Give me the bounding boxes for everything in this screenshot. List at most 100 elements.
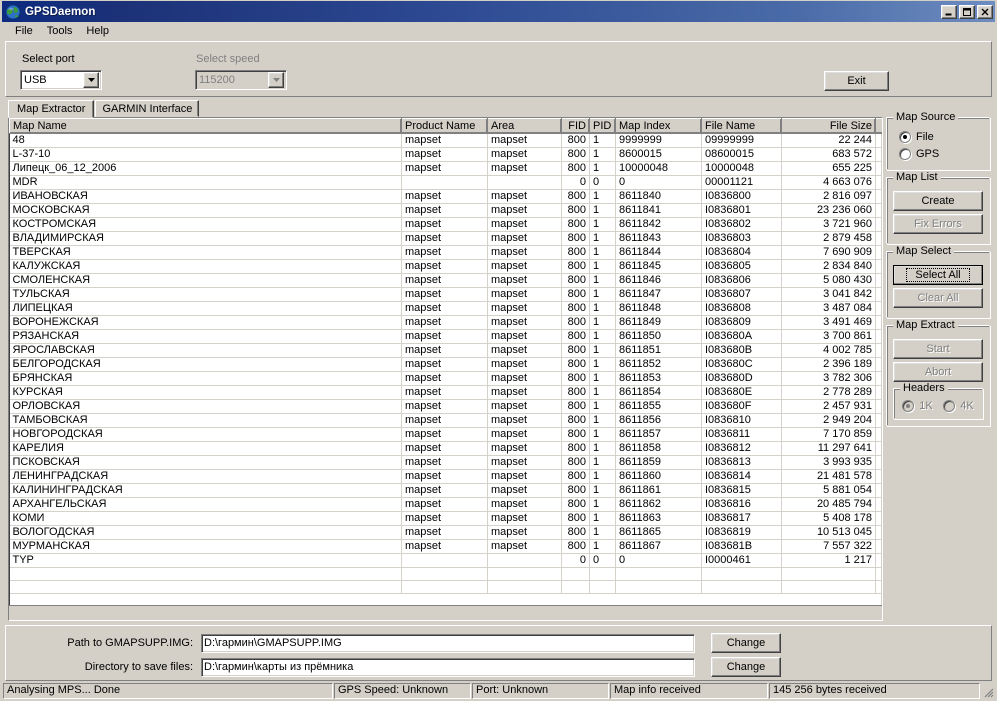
gmapsupp-input[interactable]: D:\гармин\GMAPSUPP.IMG [201,634,695,653]
status-bar: Analysing MPS... Done GPS Speed: Unknown… [2,683,995,699]
table-row[interactable]: КОСТРОМСКАЯmapsetmapset80018611842I08368… [10,218,884,232]
table-row[interactable]: КАРЕЛИЯmapsetmapset80018611858I083681211… [10,442,884,456]
table-row[interactable]: КАЛИНИНГРАДСКАЯmapsetmapset80018611861I0… [10,484,884,498]
cell-product-name [402,176,488,190]
cell-pid: 1 [590,428,616,442]
table-row[interactable]: МУРМАНСКАЯmapsetmapset80018611867I083681… [10,540,884,554]
table-row[interactable]: РЯЗАНСКАЯmapsetmapset80018611850I083680A… [10,330,884,344]
table-row[interactable]: Липецк_06_12_2006mapsetmapset80011000004… [10,162,884,176]
cell-area: mapset [488,414,562,428]
savedir-change-button[interactable]: Change [711,657,781,677]
col-fid[interactable]: FID [562,119,590,134]
tab-map-extractor[interactable]: Map Extractor [8,100,94,118]
select-all-button[interactable]: Select All [893,265,983,285]
menu-bar: File Tools Help [2,22,995,40]
cell-spacer [876,358,884,372]
cell-map-index: 8611856 [616,414,702,428]
cell-file-name: I083681B [702,540,782,554]
menu-item-help[interactable]: Help [79,24,116,38]
cell-file-name: 09999999 [702,134,782,148]
cell-file-name: I0000461 [702,554,782,568]
menu-item-file[interactable]: File [8,24,40,38]
col-spacer[interactable] [876,119,884,134]
table-row[interactable]: 48mapsetmapset800199999990999999922 244 [10,134,884,148]
cell-fid: 800 [562,358,590,372]
chevron-down-icon[interactable] [83,72,99,88]
cell-file-size: 3 487 084 [782,302,876,316]
table-row[interactable]: ИВАНОВСКАЯmapsetmapset80018611840I083680… [10,190,884,204]
tab-garmin-interface[interactable]: GARMIN Interface [95,100,199,117]
table-row[interactable]: ВОРОНЕЖСКАЯmapsetmapset80018611849I08368… [10,316,884,330]
radio-headers-4k: 4K [943,398,973,414]
cell-pid: 1 [590,498,616,512]
cell-file-name: I0836809 [702,316,782,330]
table-row[interactable]: АРХАНГЕЛЬСКАЯmapsetmapset80018611862I083… [10,498,884,512]
col-file-size[interactable]: File Size [782,119,876,134]
table-row[interactable]: ВЛАДИМИРСКАЯmapsetmapset80018611843I0836… [10,232,884,246]
cell-area: mapset [488,148,562,162]
select-port-combo[interactable]: USB [20,70,102,90]
cell-product-name: mapset [402,470,488,484]
table-row[interactable] [10,568,884,581]
table-row[interactable]: БРЯНСКАЯmapsetmapset80018611853I083680D3… [10,372,884,386]
table-row[interactable]: ВОЛОГОДСКАЯmapsetmapset80018611865I08368… [10,526,884,540]
fix-errors-button-label: Fix Errors [914,218,962,230]
table-row[interactable]: ЛИПЕЦКАЯmapsetmapset80018611848I08368083… [10,302,884,316]
col-map-name[interactable]: Map Name [10,119,402,134]
cell-area: mapset [488,540,562,554]
table-row[interactable]: ТУЛЬСКАЯmapsetmapset80018611847I08368073… [10,288,884,302]
cell-fid: 800 [562,456,590,470]
create-button[interactable]: Create [893,191,983,211]
cell-pid: 1 [590,372,616,386]
menu-item-tools[interactable]: Tools [40,24,80,38]
cell-pid: 1 [590,470,616,484]
col-pid[interactable]: PID [590,119,616,134]
map-list-grid[interactable]: Map Name Product Name Area FID PID Map I… [8,117,883,621]
savedir-input[interactable]: D:\гармин\карты из прёмника [201,658,695,677]
cell-map-name [10,581,402,594]
cell-file-size: 3 700 861 [782,330,876,344]
cell-spacer [876,456,884,470]
cell-file-size: 23 236 060 [782,204,876,218]
close-icon[interactable] [977,5,993,19]
table-row[interactable]: ТВЕРСКАЯmapsetmapset80018611844I08368047… [10,246,884,260]
table-row[interactable]: СМОЛЕНСКАЯmapsetmapset80018611846I083680… [10,274,884,288]
table-row[interactable]: ОРЛОВСКАЯmapsetmapset80018611855I083680F… [10,400,884,414]
col-file-name[interactable]: File Name [702,119,782,134]
exit-button[interactable]: Exit [824,71,889,91]
col-map-index[interactable]: Map Index [616,119,702,134]
table-row[interactable]: ПСКОВСКАЯmapsetmapset80018611859I0836813… [10,456,884,470]
minimize-icon[interactable] [941,5,957,19]
table-row[interactable]: КОМИmapsetmapset80018611863I08368175 408… [10,512,884,526]
gmapsupp-change-button[interactable]: Change [711,633,781,653]
table-row[interactable]: ТАМБОВСКАЯmapsetmapset80018611856I083681… [10,414,884,428]
table-row[interactable]: MDR000000011214 663 076 [10,176,884,190]
table-row[interactable]: МОСКОВСКАЯmapsetmapset80018611841I083680… [10,204,884,218]
table-row[interactable]: КУРСКАЯmapsetmapset80018611854I083680E2 … [10,386,884,400]
cell-area: mapset [488,330,562,344]
cell-spacer [876,581,884,594]
table-row[interactable]: L-37-10mapsetmapset800186000150860001568… [10,148,884,162]
col-area[interactable]: Area [488,119,562,134]
cell-area: mapset [488,512,562,526]
cell-area: mapset [488,498,562,512]
cell-file-name: I0836801 [702,204,782,218]
client-area: Select port USB Select speed 115200 Exit [2,40,995,699]
cell-file-size: 10 513 045 [782,526,876,540]
horizontal-scrollbar[interactable] [9,605,882,620]
table-row[interactable]: НОВГОРОДСКАЯmapsetmapset80018611857I0836… [10,428,884,442]
radio-map-source-file[interactable]: File [899,129,983,145]
resize-grip-icon[interactable] [981,683,995,699]
maximize-icon[interactable] [959,5,975,19]
col-product-name[interactable]: Product Name [402,119,488,134]
table-row[interactable] [10,581,884,594]
table-row[interactable]: ЯРОСЛАВСКАЯmapsetmapset80018611851I08368… [10,344,884,358]
paths-panel: Path to GMAPSUPP.IMG: D:\гармин\GMAPSUPP… [5,625,992,681]
table-row[interactable]: БЕЛГОРОДСКАЯmapsetmapset80018611852I0836… [10,358,884,372]
cell-fid: 0 [562,554,590,568]
table-row[interactable]: КАЛУЖСКАЯmapsetmapset80018611845I0836805… [10,260,884,274]
table-row[interactable]: TYP000I00004611 217 [10,554,884,568]
cell-map-name: СМОЛЕНСКАЯ [10,274,402,288]
table-row[interactable]: ЛЕНИНГРАДСКАЯmapsetmapset80018611860I083… [10,470,884,484]
radio-map-source-gps[interactable]: GPS [899,146,983,162]
